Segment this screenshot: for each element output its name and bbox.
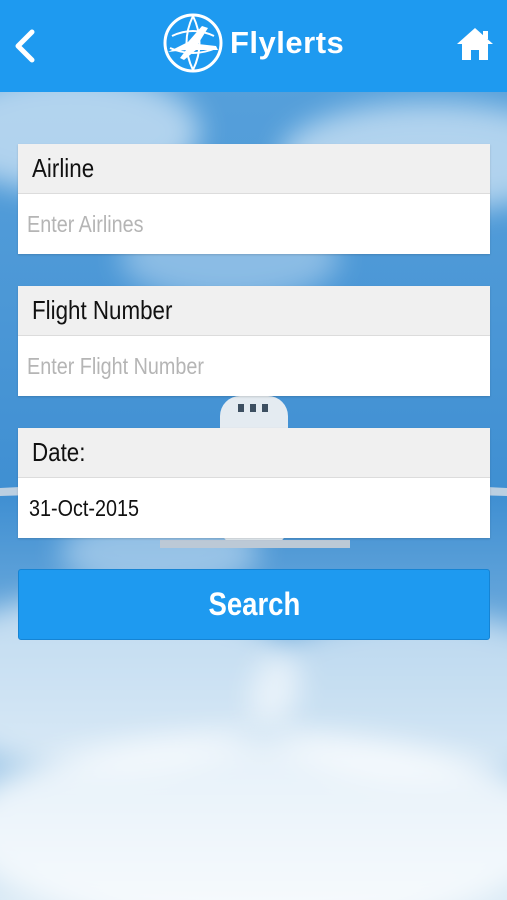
date-input[interactable]: 31-Oct-2015 — [18, 478, 490, 538]
globe-plane-logo-icon — [163, 13, 223, 73]
flight-number-input-placeholder: Enter Flight Number — [27, 352, 204, 379]
brand-logo-group: Flylerts — [162, 10, 344, 76]
brand-name: Flylerts — [230, 25, 345, 60]
search-button[interactable]: Search — [18, 569, 490, 640]
flight-number-input[interactable]: Enter Flight Number — [18, 336, 490, 396]
airline-label: Airline — [18, 144, 490, 194]
flight-number-card: Flight Number Enter Flight Number — [18, 286, 490, 396]
airline-input[interactable]: Enter Airlines — [18, 194, 490, 254]
home-button[interactable] — [455, 26, 495, 62]
airline-card: Airline Enter Airlines — [18, 144, 490, 254]
date-label: Date: — [18, 428, 490, 478]
flight-number-label: Flight Number — [18, 286, 490, 336]
search-button-label: Search — [208, 586, 300, 622]
chevron-left-icon — [15, 29, 35, 63]
app-header: Flylerts — [0, 0, 507, 92]
airline-input-placeholder: Enter Airlines — [27, 210, 144, 237]
home-icon — [457, 28, 493, 60]
date-card: Date: 31-Oct-2015 — [18, 428, 490, 538]
date-input-value: 31-Oct-2015 — [29, 494, 139, 521]
back-button[interactable] — [10, 26, 44, 66]
